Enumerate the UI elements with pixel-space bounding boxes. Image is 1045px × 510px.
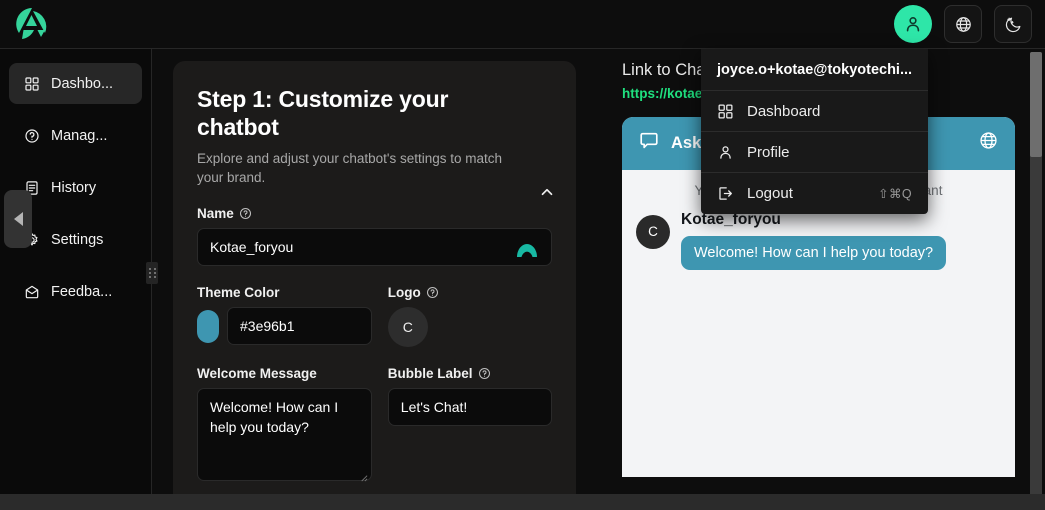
sidebar-item-feedback[interactable]: Feedba... xyxy=(9,271,142,312)
menu-item-dashboard[interactable]: Dashboard xyxy=(701,91,928,132)
bottom-status-strip xyxy=(0,494,1045,510)
chat-bubble-icon xyxy=(638,130,660,157)
sidebar-item-label: Feedba... xyxy=(51,283,113,300)
drag-dots-icon xyxy=(148,276,151,278)
name-input-value: Kotae_foryou xyxy=(210,239,294,256)
collapse-left-icon xyxy=(13,212,23,226)
menu-item-logout[interactable]: Logout ⇧⌘Q xyxy=(701,173,928,214)
welcome-message-label: Welcome Message xyxy=(197,366,317,382)
account-email: joyce.o+kotae@tokyotechi... xyxy=(701,49,928,91)
menu-item-label: Profile xyxy=(747,143,790,161)
user-avatar-icon[interactable] xyxy=(894,5,932,43)
menu-item-label: Logout xyxy=(747,185,793,202)
chat-message-row: C Kotae_foryou Welcome! How can I help y… xyxy=(636,211,1001,270)
welcome-message-textarea[interactable]: Welcome! How can I help you today? xyxy=(197,388,372,482)
drag-dots-icon xyxy=(148,272,151,274)
logout-icon xyxy=(717,185,734,202)
name-label: Name xyxy=(197,206,234,222)
bubble-label-value: Let's Chat! xyxy=(400,399,468,416)
logo-label-row: Logo xyxy=(388,285,552,300)
account-dropdown-menu: joyce.o+kotae@tokyotechi... Dashboard Pr… xyxy=(701,49,928,214)
bubble-label-label: Bubble Label xyxy=(387,366,473,382)
customize-chatbot-card: Step 1: Customize your chatbot Explore a… xyxy=(173,61,576,510)
name-field-group: Name Kotae_foryou xyxy=(197,206,552,267)
envelope-icon xyxy=(23,283,40,300)
message-row: Welcome Message Welcome! How can I help … xyxy=(197,366,552,482)
page-title: Step 1: Customize your chatbot xyxy=(197,86,449,141)
sidebar-item-label: Settings xyxy=(51,231,104,248)
drag-dots-icon xyxy=(153,268,156,270)
logo-avatar[interactable]: C xyxy=(387,307,428,348)
user-icon xyxy=(717,144,734,161)
theme-logo-row: Theme Color #3e96b1 Logo C xyxy=(197,285,552,348)
globe-icon[interactable] xyxy=(944,5,982,43)
theme-color-row: #3e96b1 xyxy=(197,307,372,346)
menu-item-label: Dashboard xyxy=(747,102,821,120)
sidebar-item-management[interactable]: Manag... xyxy=(9,115,142,156)
color-swatch[interactable] xyxy=(197,309,219,343)
bubble-label-input[interactable]: Let's Chat! xyxy=(387,388,552,427)
logo-label: Logo xyxy=(387,285,421,301)
question-circle-icon[interactable] xyxy=(426,286,439,299)
card-subtitle: Explore and adjust your chatbot's settin… xyxy=(197,151,502,186)
top-bar-actions xyxy=(894,5,1032,43)
grid-icon xyxy=(23,75,40,92)
question-circle-icon[interactable] xyxy=(478,367,491,380)
welcome-message-value: Welcome! How can I help you today? xyxy=(210,399,339,435)
kotae-arc-icon xyxy=(515,238,539,261)
drag-dots-icon xyxy=(148,268,151,270)
bubble-label-label-row: Bubble Label xyxy=(388,366,552,381)
card-collapse-button[interactable] xyxy=(538,183,556,201)
theme-color-value: #3e96b1 xyxy=(240,318,295,335)
question-circle-icon xyxy=(23,127,40,144)
page-scrollbar[interactable] xyxy=(1030,52,1042,502)
logo-group: Logo C xyxy=(387,285,552,348)
scrollbar-thumb[interactable] xyxy=(1030,52,1042,157)
theme-color-label-row: Theme Color xyxy=(197,285,372,300)
welcome-message-label-row: Welcome Message xyxy=(197,366,372,381)
drag-dots-icon xyxy=(153,276,156,278)
drag-dots-icon xyxy=(153,272,156,274)
bubble-label-group: Bubble Label Let's Chat! xyxy=(387,366,552,481)
question-circle-icon[interactable] xyxy=(239,207,252,220)
top-bar xyxy=(0,0,1045,49)
menu-item-shortcut: ⇧⌘Q xyxy=(878,187,912,201)
theme-color-label: Theme Color xyxy=(197,285,280,301)
welcome-message-group: Welcome Message Welcome! How can I help … xyxy=(197,366,372,482)
sidebar-item-dashboard[interactable]: Dashbo... xyxy=(9,63,142,104)
chat-bot-message: Welcome! How can I help you today? xyxy=(681,235,947,270)
app-window: Dashbo... Manag... History Settings Feed… xyxy=(0,0,1045,510)
sidebar-item-label: History xyxy=(51,179,97,196)
sidebar: Dashbo... Manag... History Settings Feed… xyxy=(0,49,152,510)
sidebar-resize-handle[interactable] xyxy=(146,262,158,284)
sidebar-collapse-button[interactable] xyxy=(4,190,32,248)
moon-stars-icon[interactable] xyxy=(994,5,1032,43)
name-label-row: Name xyxy=(197,206,552,221)
sidebar-item-label: Manag... xyxy=(51,127,108,144)
theme-color-input[interactable]: #3e96b1 xyxy=(227,307,372,346)
name-input[interactable]: Kotae_foryou xyxy=(197,228,552,267)
avatar: C xyxy=(636,214,670,249)
resize-grip-icon[interactable] xyxy=(359,468,368,482)
grid-icon xyxy=(717,103,734,120)
theme-color-group: Theme Color #3e96b1 xyxy=(197,285,372,347)
chat-message-block: Kotae_foryou Welcome! How can I help you… xyxy=(681,211,947,270)
globe-icon[interactable] xyxy=(978,130,999,156)
sidebar-item-label: Dashbo... xyxy=(51,75,114,92)
kotae-logo-icon[interactable] xyxy=(12,4,52,44)
menu-item-profile[interactable]: Profile xyxy=(701,132,928,173)
logo-initial: C xyxy=(402,319,413,336)
avatar-initial: C xyxy=(648,224,658,240)
